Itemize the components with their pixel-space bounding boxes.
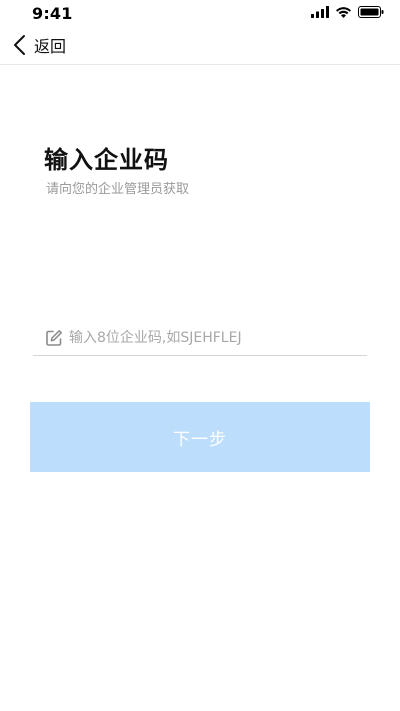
status-bar: 9:41 bbox=[0, 0, 400, 28]
wifi-icon bbox=[336, 7, 351, 18]
status-time: 9:41 bbox=[32, 4, 73, 23]
enterprise-code-input[interactable] bbox=[69, 323, 359, 352]
back-button[interactable]: 返回 bbox=[12, 30, 66, 60]
edit-icon bbox=[46, 329, 62, 346]
nav-bar: 返回 bbox=[0, 28, 400, 65]
status-icons bbox=[311, 6, 384, 18]
page-title: 输入企业码 bbox=[44, 146, 169, 174]
next-button[interactable]: 下一步 bbox=[30, 402, 370, 472]
signal-icon bbox=[311, 6, 329, 18]
page-subtitle: 请向您的企业管理员获取 bbox=[46, 182, 190, 197]
battery-icon bbox=[358, 6, 384, 18]
back-label: 返回 bbox=[34, 37, 67, 56]
enterprise-code-field[interactable] bbox=[33, 320, 367, 356]
chevron-left-icon bbox=[14, 35, 25, 55]
